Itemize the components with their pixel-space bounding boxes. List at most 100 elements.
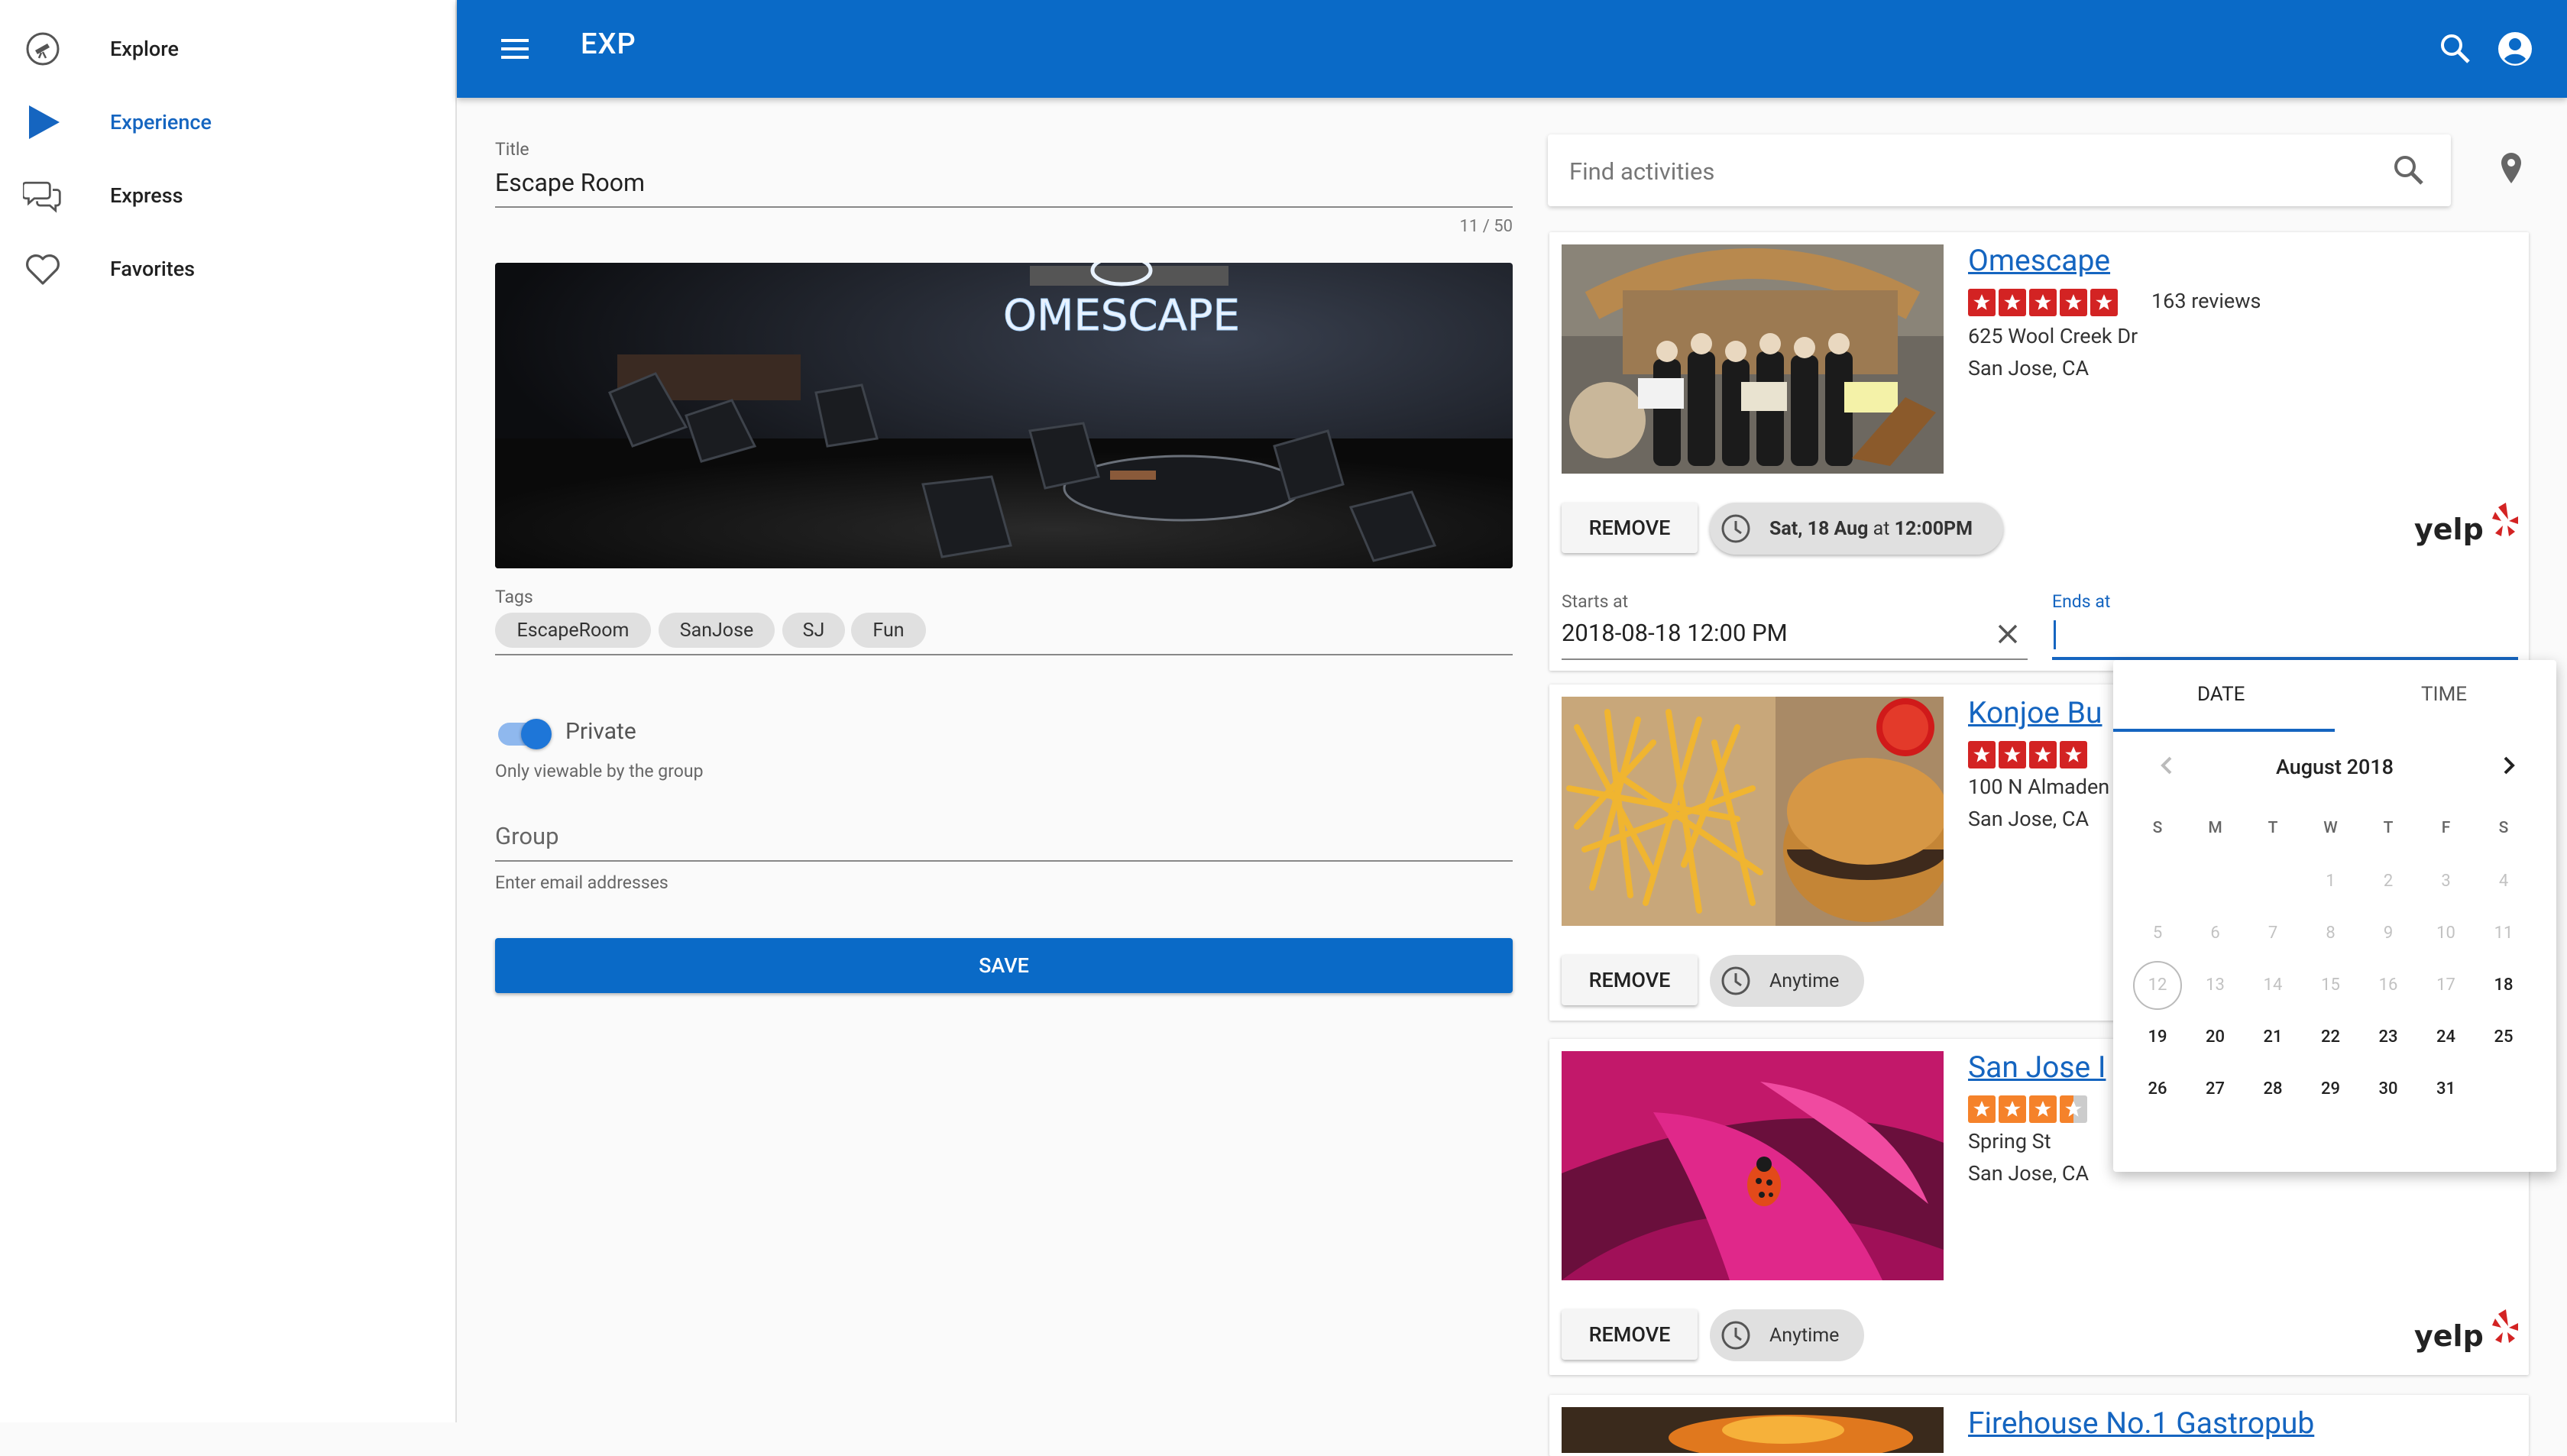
time-chip[interactable]: Sat, 18 Aug at 12:00PM <box>1710 503 2003 555</box>
time-chip[interactable]: Anytime <box>1710 955 1864 1007</box>
address-line-1: 100 N Almaden <box>1968 775 2110 799</box>
app-title: EXP <box>581 28 636 61</box>
search-icon[interactable] <box>2436 29 2475 69</box>
search-icon[interactable] <box>2390 151 2428 189</box>
nav-item-experience[interactable]: Experience <box>0 86 457 159</box>
weekday-label: F <box>2441 819 2451 837</box>
calendar-day: 16 <box>2378 976 2398 995</box>
calendar-day[interactable]: 27 <box>2191 1065 2240 1114</box>
calendar-day: 15 <box>2321 976 2340 995</box>
star-icon <box>1999 289 2026 316</box>
calendar-day: 13 <box>2206 976 2225 995</box>
calendar-day[interactable]: 19 <box>2133 1013 2182 1062</box>
address-line-2: San Jose, CA <box>1968 807 2090 831</box>
calendar-day[interactable]: 31 <box>2422 1065 2471 1114</box>
remove-button[interactable]: REMOVE <box>1562 1309 1698 1360</box>
tag-chip[interactable]: Fun <box>851 613 926 648</box>
tag-chip[interactable]: SanJose <box>659 613 775 648</box>
star-rating <box>1968 289 2118 316</box>
remove-button[interactable]: REMOVE <box>1562 503 1698 553</box>
group-helper: Enter email addresses <box>495 872 668 893</box>
calendar-day[interactable]: 26 <box>2133 1065 2182 1114</box>
star-icon <box>2029 741 2057 768</box>
weekday-label: T <box>2383 819 2394 837</box>
business-name-link[interactable]: Konjoe Bu <box>1968 695 2102 730</box>
nav-item-explore[interactable]: Explore <box>0 12 457 86</box>
nav-item-favorites[interactable]: Favorites <box>0 232 457 306</box>
review-count: 163 reviews <box>2151 289 2261 313</box>
ends-at-input[interactable] <box>2054 620 2056 649</box>
address-line-2: San Jose, CA <box>1968 356 2090 380</box>
toggle-thumb <box>521 719 552 749</box>
business-name-link[interactable]: Omescape <box>1968 243 2110 278</box>
star-icon <box>2060 289 2087 316</box>
clear-icon[interactable] <box>1994 620 2022 648</box>
calendar-day[interactable]: 22 <box>2306 1013 2355 1062</box>
activity-search <box>1548 134 2451 206</box>
group-underline <box>495 860 1513 862</box>
calendar-day[interactable]: 28 <box>2248 1065 2297 1114</box>
clock-icon <box>1719 1318 1753 1352</box>
business-name-link[interactable]: Firehouse No.1 Gastropub <box>1968 1406 2314 1441</box>
tag-chip[interactable]: EscapeRoom <box>495 613 651 648</box>
svg-text:yelp: yelp <box>2414 1319 2484 1353</box>
time-chip-day: Sat, 18 Aug <box>1769 517 1869 540</box>
star-icon <box>2029 1095 2057 1123</box>
calendar-day: 1 <box>2326 872 2336 891</box>
yelp-logo[interactable]: yelp <box>2413 1308 2520 1355</box>
calendar-day[interactable]: 23 <box>2364 1013 2413 1062</box>
activity-photo <box>1562 1407 1944 1453</box>
activity-photo <box>1562 244 1944 474</box>
star-half-icon <box>2060 1095 2087 1123</box>
activity-photo <box>1562 697 1944 926</box>
yelp-logo[interactable]: yelp <box>2413 501 2520 548</box>
clock-icon <box>1719 964 1753 998</box>
calendar-day[interactable]: 30 <box>2364 1065 2413 1114</box>
title-input[interactable]: Escape Room <box>495 168 645 197</box>
tab-indicator <box>2113 729 2335 732</box>
star-icon <box>1999 1095 2026 1123</box>
chat-icon <box>23 176 63 215</box>
time-chip-label: Sat, 18 Aug at 12:00PM <box>1769 518 1973 540</box>
calendar-day[interactable]: 18 <box>2479 961 2528 1010</box>
calendar-day: 3 <box>2441 872 2451 891</box>
address-line-2: San Jose, CA <box>1968 1161 2090 1186</box>
weekday-label: W <box>2323 819 2338 837</box>
activity-card: Omescape 163 reviews 625 Wool Creek Dr S… <box>1549 232 2529 671</box>
weekday-label: T <box>2268 819 2278 837</box>
tag-chip[interactable]: SJ <box>782 613 845 648</box>
calendar-day: 8 <box>2326 924 2336 943</box>
calendar-day[interactable]: 24 <box>2422 1013 2471 1062</box>
private-toggle[interactable] <box>498 719 552 749</box>
star-rating <box>1968 1095 2087 1123</box>
location-pin-icon[interactable] <box>2492 150 2530 188</box>
search-input[interactable] <box>1568 151 2365 191</box>
nav-label: Experience <box>110 110 212 134</box>
telescope-icon <box>23 29 63 69</box>
calendar-day: 5 <box>2152 924 2163 943</box>
title-label: Title <box>495 139 529 160</box>
tab-time[interactable]: TIME <box>2421 683 2467 706</box>
star-icon <box>1968 1095 1996 1123</box>
next-month-icon[interactable] <box>2494 750 2524 781</box>
calendar-day[interactable]: 29 <box>2306 1065 2355 1114</box>
save-button[interactable]: SAVE <box>495 938 1513 993</box>
business-name-link[interactable]: San Jose I <box>1968 1050 2106 1085</box>
app-bar: EXP <box>457 0 2567 98</box>
time-chip[interactable]: Anytime <box>1710 1309 1864 1361</box>
remove-button[interactable]: REMOVE <box>1562 955 1698 1005</box>
star-icon <box>2060 741 2087 768</box>
calendar-day[interactable]: 21 <box>2248 1013 2297 1062</box>
tab-date[interactable]: DATE <box>2197 683 2245 706</box>
starts-at-input[interactable]: 2018-08-18 12:00 PM <box>1562 619 1788 647</box>
menu-icon[interactable] <box>495 29 535 69</box>
account-icon[interactable] <box>2494 28 2536 70</box>
group-input[interactable]: Group <box>495 822 559 850</box>
weekday-label: S <box>2498 819 2509 837</box>
calendar-day[interactable]: 25 <box>2479 1013 2528 1062</box>
calendar-day: 17 <box>2436 976 2455 995</box>
calendar-day: 4 <box>2498 872 2509 891</box>
calendar-day[interactable]: 20 <box>2191 1013 2240 1062</box>
tags-underline <box>495 654 1513 655</box>
nav-item-express[interactable]: Express <box>0 159 457 232</box>
